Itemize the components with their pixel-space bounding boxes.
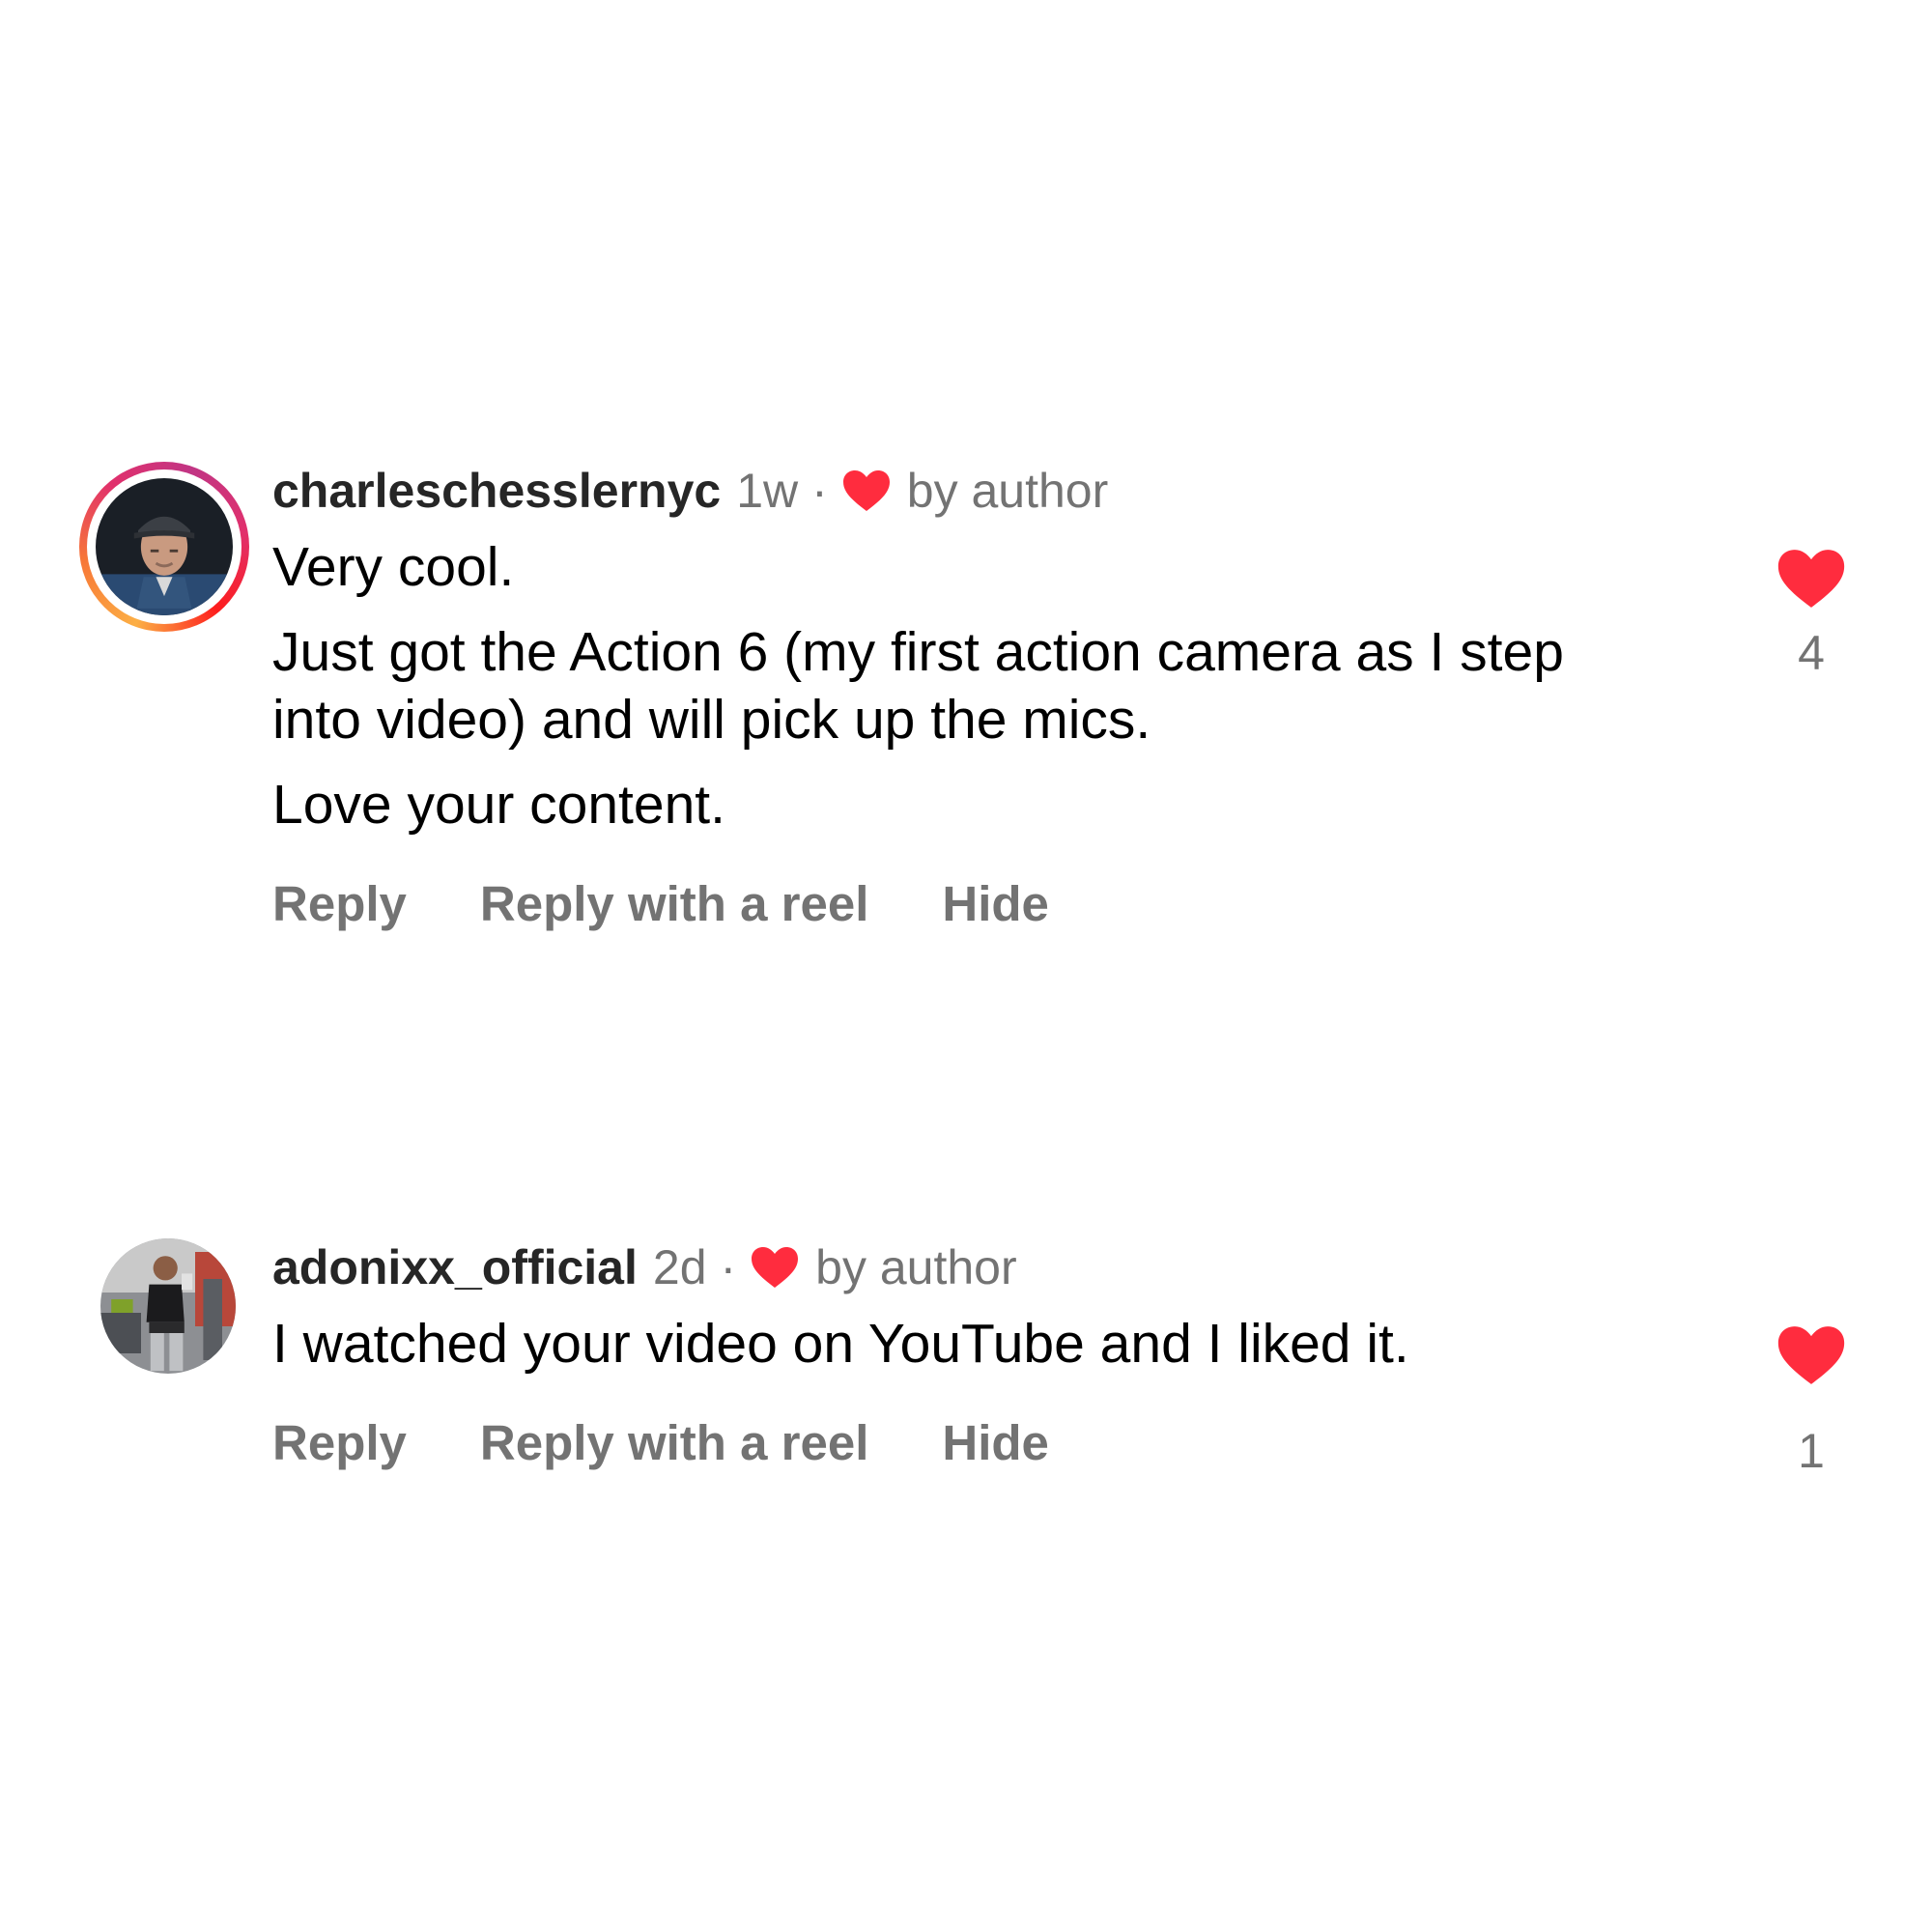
like-control: 1 — [1768, 1323, 1855, 1480]
avatar-photo — [100, 1238, 236, 1374]
comment-paragraph: I watched your video on YouTube and I li… — [272, 1313, 1409, 1375]
timestamp: 2d — [652, 1240, 707, 1294]
reply-with-reel-button[interactable]: Reply with a reel — [480, 875, 868, 933]
heart-filled-icon[interactable] — [1776, 1323, 1847, 1387]
comment-actions: Reply Reply with a reel Hide — [272, 875, 1654, 933]
comment-actions: Reply Reply with a reel Hide — [272, 1414, 1654, 1472]
comment-paragraph: Just got the Action 6 (my first action c… — [272, 621, 1564, 751]
heart-icon — [752, 1247, 799, 1288]
liked-by-author-label: by author — [815, 1240, 1017, 1294]
comment-paragraph: Love your content. — [272, 774, 725, 836]
timestamp: 1w — [736, 464, 799, 518]
heart-filled-icon[interactable] — [1776, 547, 1847, 611]
reply-button[interactable]: Reply — [272, 1414, 407, 1472]
avatar — [96, 478, 233, 615]
username[interactable]: charleschesslernyc — [272, 462, 721, 520]
like-count[interactable]: 1 — [1768, 1422, 1855, 1480]
avatar[interactable] — [100, 1238, 236, 1374]
username[interactable]: adonixx_official — [272, 1238, 638, 1296]
comment-meta: adonixx_official 2d · by author — [272, 1238, 1654, 1296]
separator-dot: · — [811, 464, 828, 518]
avatar-photo — [96, 478, 233, 615]
hide-button[interactable]: Hide — [942, 1414, 1049, 1472]
liked-by-author-label: by author — [906, 464, 1109, 518]
comment-body: I watched your video on YouTube and I li… — [272, 1310, 1654, 1378]
separator-dot: · — [720, 1240, 737, 1294]
reply-with-reel-button[interactable]: Reply with a reel — [480, 1414, 868, 1472]
avatar-story-ring[interactable] — [79, 462, 249, 632]
comment-paragraph: Very cool. — [272, 536, 515, 598]
hide-button[interactable]: Hide — [942, 875, 1049, 933]
comment-meta: charleschesslernyc 1w · by author — [272, 462, 1654, 520]
reply-button[interactable]: Reply — [272, 875, 407, 933]
like-count[interactable]: 4 — [1768, 624, 1855, 682]
comment-body: Very cool. Just got the Action 6 (my fir… — [272, 533, 1654, 838]
like-control: 4 — [1768, 547, 1855, 682]
heart-icon — [842, 470, 890, 511]
